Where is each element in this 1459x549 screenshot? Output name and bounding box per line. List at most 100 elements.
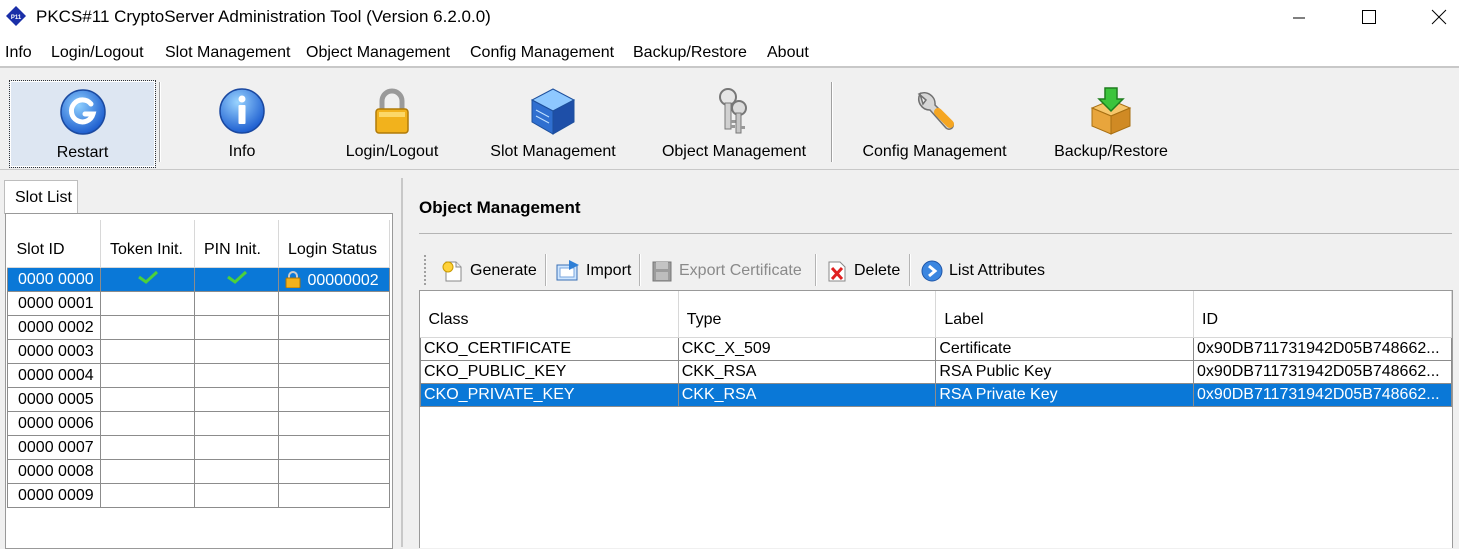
generate-icon bbox=[442, 261, 462, 282]
column-header-token-init[interactable]: Token Init. bbox=[100, 220, 195, 268]
slot-id-cell: 0000 0004 bbox=[7, 363, 101, 388]
list-attributes-label: List Attributes bbox=[949, 262, 1046, 279]
title-bar: P11 PKCS#11 CryptoServer Administration … bbox=[0, 0, 1459, 34]
slot-id-cell: 0000 0000 bbox=[7, 267, 101, 292]
delete-button[interactable]: Delete bbox=[825, 256, 900, 286]
restart-label: Restart bbox=[56, 144, 109, 161]
delete-label: Delete bbox=[854, 262, 901, 279]
check-icon bbox=[226, 270, 247, 284]
slot-management-label: Slot Management bbox=[490, 143, 616, 160]
table-row[interactable]: 0000 0004 bbox=[7, 363, 390, 388]
table-row[interactable]: CKO_PRIVATE_KEY CKK_RSA RSA Private Key … bbox=[420, 383, 1452, 407]
table-row[interactable]: 0000 0003 bbox=[7, 339, 390, 364]
backup-restore-button[interactable]: Backup/Restore bbox=[1047, 80, 1175, 166]
check-icon bbox=[137, 270, 158, 284]
config-management-label: Config Management bbox=[862, 143, 1007, 160]
slot-id-cell: 0000 0009 bbox=[7, 483, 101, 508]
backup-box-icon bbox=[1090, 87, 1132, 135]
restart-icon bbox=[59, 89, 106, 135]
split-pane-divider[interactable] bbox=[401, 178, 403, 547]
export-certificate-button[interactable]: Export Certificate bbox=[650, 256, 802, 286]
table-row[interactable]: 0000 0009 bbox=[7, 483, 390, 508]
column-header-label[interactable]: Label bbox=[935, 291, 1195, 338]
column-header-id[interactable]: ID bbox=[1193, 291, 1452, 338]
close-button[interactable] bbox=[1416, 0, 1459, 34]
object-toolbar: Generate Import Export Certificate Delet… bbox=[419, 250, 1452, 290]
restart-button[interactable]: Restart bbox=[9, 80, 156, 168]
info-icon bbox=[219, 88, 265, 134]
menu-config-management[interactable]: Config Management bbox=[470, 44, 614, 62]
import-icon bbox=[556, 260, 579, 281]
minimize-icon bbox=[1293, 17, 1305, 19]
column-header-login-status[interactable]: Login Status bbox=[278, 220, 390, 268]
object-table-container: Class Type Label ID CKO_CERTIFICATE CKC_… bbox=[419, 290, 1453, 548]
slot-id-cell: 0000 0001 bbox=[7, 291, 101, 316]
column-header-type[interactable]: Type bbox=[678, 291, 937, 338]
list-attributes-button[interactable]: List Attributes bbox=[920, 256, 1045, 286]
menu-bar: Info Login/Logout Slot Management Object… bbox=[0, 34, 1459, 68]
keys-icon bbox=[719, 88, 747, 134]
type-cell: CKC_X_509 bbox=[677, 337, 937, 361]
id-cell: 0x90DB711731942D05B748662... bbox=[1193, 360, 1452, 384]
menu-about[interactable]: About bbox=[767, 44, 809, 62]
export-certificate-label: Export Certificate bbox=[679, 262, 802, 279]
class-cell: CKO_CERTIFICATE bbox=[420, 337, 679, 361]
info-button[interactable]: Info bbox=[175, 80, 309, 166]
table-row[interactable]: CKO_PUBLIC_KEY CKK_RSA RSA Public Key 0x… bbox=[420, 360, 1452, 384]
table-row[interactable]: 0000 0007 bbox=[7, 435, 390, 460]
config-management-button[interactable]: Config Management bbox=[857, 80, 1012, 166]
object-management-button[interactable]: Object Management bbox=[654, 80, 814, 166]
class-cell: CKO_PUBLIC_KEY bbox=[420, 360, 679, 384]
menu-slot-management[interactable]: Slot Management bbox=[165, 44, 290, 62]
slot-id-cell: 0000 0007 bbox=[7, 435, 101, 460]
generate-label: Generate bbox=[470, 262, 537, 279]
login-logout-button[interactable]: Login/Logout bbox=[325, 80, 459, 166]
menu-object-management[interactable]: Object Management bbox=[306, 44, 450, 62]
slot-management-button[interactable]: Slot Management bbox=[486, 80, 620, 166]
toolbar-separator bbox=[159, 82, 161, 162]
slot-id-cell: 0000 0003 bbox=[7, 339, 101, 364]
type-cell: CKK_RSA bbox=[677, 360, 937, 384]
slot-cube-icon bbox=[530, 88, 576, 135]
table-row[interactable]: CKO_CERTIFICATE CKC_X_509 Certificate 0x… bbox=[420, 337, 1452, 361]
delete-icon bbox=[828, 261, 846, 282]
table-row[interactable]: 0000 0006 bbox=[7, 411, 390, 436]
minimize-button[interactable] bbox=[1276, 0, 1322, 34]
id-cell: 0x90DB711731942D05B748662... bbox=[1193, 383, 1452, 407]
column-header-class[interactable]: Class bbox=[420, 291, 679, 338]
main-toolbar: Restart Info Login/Logout Slot Managemen… bbox=[0, 68, 1459, 170]
toolbar-separator bbox=[831, 82, 833, 162]
login-status-value: 00000002 bbox=[307, 271, 379, 289]
lock-icon bbox=[285, 270, 301, 288]
import-label: Import bbox=[586, 262, 632, 279]
table-row[interactable]: 0000 0000 00000002 bbox=[7, 267, 390, 292]
table-row[interactable]: 0000 0005 bbox=[7, 387, 390, 412]
tab-slot-list-label: Slot List bbox=[15, 189, 72, 206]
tab-slot-list[interactable]: Slot List bbox=[4, 180, 78, 214]
generate-button[interactable]: Generate bbox=[441, 256, 537, 286]
export-icon bbox=[652, 261, 672, 282]
label-cell: RSA Public Key bbox=[935, 360, 1195, 384]
maximize-button[interactable] bbox=[1346, 0, 1392, 34]
info-label: Info bbox=[228, 143, 256, 160]
object-management-title: Object Management bbox=[419, 198, 581, 217]
menu-backup-restore[interactable]: Backup/Restore bbox=[633, 44, 747, 62]
svg-text:P11: P11 bbox=[11, 15, 22, 21]
toolbar-separator bbox=[909, 254, 911, 286]
toolbar-grip[interactable] bbox=[423, 254, 427, 286]
object-table: Class Type Label ID CKO_CERTIFICATE CKC_… bbox=[420, 291, 1452, 407]
table-row[interactable]: 0000 0008 bbox=[7, 459, 390, 484]
close-icon bbox=[1431, 9, 1447, 25]
class-cell: CKO_PRIVATE_KEY bbox=[420, 383, 679, 407]
table-row[interactable]: 0000 0001 bbox=[7, 291, 390, 316]
menu-info[interactable]: Info bbox=[5, 44, 32, 62]
menu-login-logout[interactable]: Login/Logout bbox=[51, 44, 144, 62]
slot-list-table: Slot ID Token Init. PIN Init. Login Stat… bbox=[7, 220, 390, 508]
slot-panel: Slot List Slot ID Token Init. PIN Init. … bbox=[0, 170, 398, 549]
slot-id-cell: 0000 0006 bbox=[7, 411, 101, 436]
column-header-pin-init[interactable]: PIN Init. bbox=[194, 220, 279, 268]
column-header-slot-id[interactable]: Slot ID bbox=[7, 220, 101, 268]
table-row[interactable]: 0000 0002 bbox=[7, 315, 390, 340]
import-button[interactable]: Import bbox=[555, 256, 631, 286]
pin-init-cell bbox=[194, 267, 279, 292]
